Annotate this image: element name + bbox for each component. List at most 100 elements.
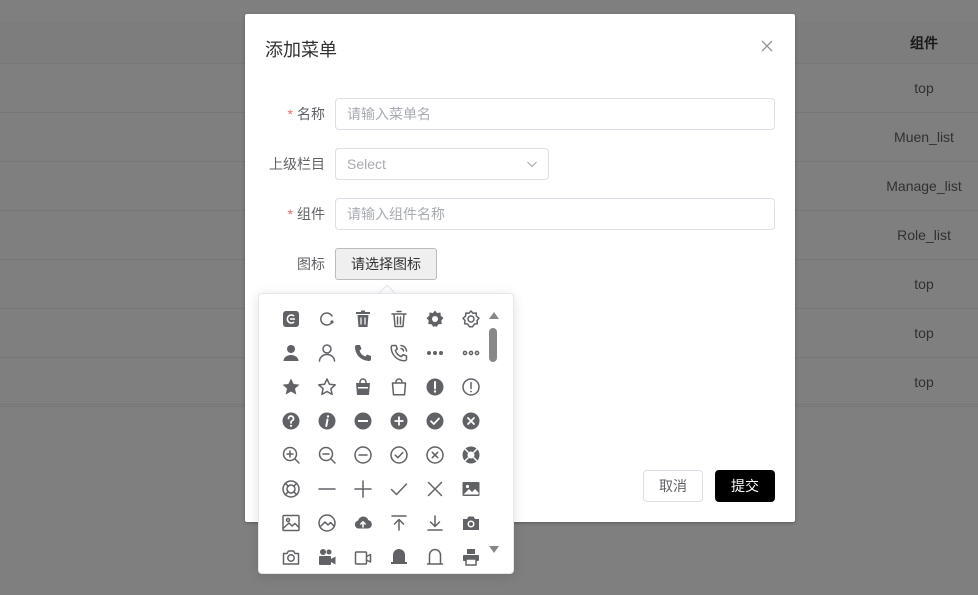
form-item-name: * 名称: [245, 98, 795, 130]
download-icon: [427, 515, 443, 531]
icon-option[interactable]: [273, 540, 309, 573]
icon-option[interactable]: [417, 302, 453, 336]
select-placeholder: Select: [347, 156, 386, 172]
icon-option[interactable]: [417, 540, 453, 573]
name-input[interactable]: [335, 98, 775, 130]
required-mark: *: [287, 106, 293, 122]
icon-option[interactable]: [345, 404, 381, 438]
icon-option[interactable]: [453, 336, 489, 370]
icon-option[interactable]: [273, 336, 309, 370]
scrollbar[interactable]: [487, 306, 501, 562]
more-icon: [462, 350, 480, 356]
icon-option[interactable]: [417, 506, 453, 540]
star-icon: [318, 378, 336, 396]
dialog-title: 添加菜单: [265, 40, 337, 60]
icon-option[interactable]: [453, 302, 489, 336]
scroll-thumb[interactable]: [489, 328, 497, 362]
icon-option[interactable]: [381, 472, 417, 506]
close-button[interactable]: [757, 36, 777, 56]
remove-icon: [354, 446, 372, 464]
submit-button[interactable]: 提交: [715, 470, 775, 502]
icon-option[interactable]: [381, 336, 417, 370]
icon-option[interactable]: [345, 472, 381, 506]
bell-filled-icon: [391, 549, 407, 564]
shopping-bag-icon: [391, 378, 407, 396]
edit-filled-icon: [283, 311, 299, 327]
phone-filled-icon: [355, 345, 371, 361]
close-icon: [761, 40, 773, 52]
cancel-button[interactable]: 取消: [643, 470, 703, 502]
icon-option[interactable]: [381, 438, 417, 472]
parent-select[interactable]: Select: [335, 148, 549, 180]
warning-icon: [462, 378, 480, 396]
icon-option[interactable]: [309, 370, 345, 404]
icon-option[interactable]: [345, 370, 381, 404]
icon-option[interactable]: [309, 540, 345, 573]
icon-option[interactable]: [273, 404, 309, 438]
icon-option[interactable]: [273, 370, 309, 404]
icon-option[interactable]: [309, 404, 345, 438]
icon-option[interactable]: [309, 336, 345, 370]
plus-icon: [354, 480, 372, 498]
icon-label: 图标: [297, 256, 325, 272]
component-input[interactable]: [335, 198, 775, 230]
help-icon: [282, 480, 300, 498]
icon-option[interactable]: [381, 404, 417, 438]
close-icon: [427, 481, 443, 497]
icon-option[interactable]: [381, 370, 417, 404]
scroll-up-arrow[interactable]: [489, 312, 499, 319]
icon-option[interactable]: [309, 302, 345, 336]
settings-filled-icon: [426, 310, 444, 327]
icon-option[interactable]: [309, 438, 345, 472]
icon-option[interactable]: [417, 404, 453, 438]
shopping-bag-filled-icon: [356, 378, 370, 395]
icon-option[interactable]: [453, 506, 489, 540]
icon-option[interactable]: [273, 472, 309, 506]
circle-plus-filled-icon: [390, 412, 408, 430]
minus-icon: [318, 488, 336, 490]
icon-option[interactable]: [381, 302, 417, 336]
icon-option[interactable]: [381, 506, 417, 540]
remove-filled-icon: [354, 412, 372, 430]
icon-option[interactable]: [309, 506, 345, 540]
picture-rounded-icon: [318, 514, 336, 532]
choose-icon-button[interactable]: 请选择图标: [335, 248, 437, 280]
icon-option[interactable]: [417, 370, 453, 404]
icon-option[interactable]: [345, 506, 381, 540]
star-filled-icon: [282, 378, 300, 395]
zoom-out-icon: [318, 446, 336, 464]
icon-option[interactable]: [309, 472, 345, 506]
icon-option[interactable]: [381, 540, 417, 573]
icon-option[interactable]: [453, 540, 489, 573]
icon-option[interactable]: [453, 370, 489, 404]
upload-filled-icon: [354, 516, 372, 529]
icon-option[interactable]: [453, 438, 489, 472]
warning-filled-icon: [426, 378, 444, 396]
parent-label: 上级栏目: [269, 156, 325, 172]
info-filled-icon: [318, 412, 336, 430]
video-camera-filled-icon: [319, 549, 336, 565]
scroll-down-arrow[interactable]: [489, 546, 499, 553]
circle-check-icon: [390, 446, 408, 464]
camera-icon: [282, 550, 300, 565]
icon-option[interactable]: [453, 472, 489, 506]
zoom-in-icon: [282, 446, 300, 464]
icon-option[interactable]: [273, 302, 309, 336]
icon-option[interactable]: [453, 404, 489, 438]
icon-option[interactable]: [345, 438, 381, 472]
icon-option[interactable]: [273, 506, 309, 540]
icon-option[interactable]: [417, 438, 453, 472]
component-label: * 组件: [287, 206, 325, 222]
icon-option[interactable]: [273, 438, 309, 472]
form-item-parent: 上级栏目 Select: [245, 148, 795, 180]
icon-option[interactable]: [345, 302, 381, 336]
camera-filled-icon: [463, 516, 479, 530]
icon-option[interactable]: [417, 336, 453, 370]
form-item-component: * 组件: [245, 198, 795, 230]
user-icon: [318, 344, 336, 362]
icon-option[interactable]: [345, 336, 381, 370]
icon-option[interactable]: [417, 472, 453, 506]
phone-icon: [390, 344, 408, 362]
required-mark: *: [287, 206, 293, 222]
icon-option[interactable]: [345, 540, 381, 573]
